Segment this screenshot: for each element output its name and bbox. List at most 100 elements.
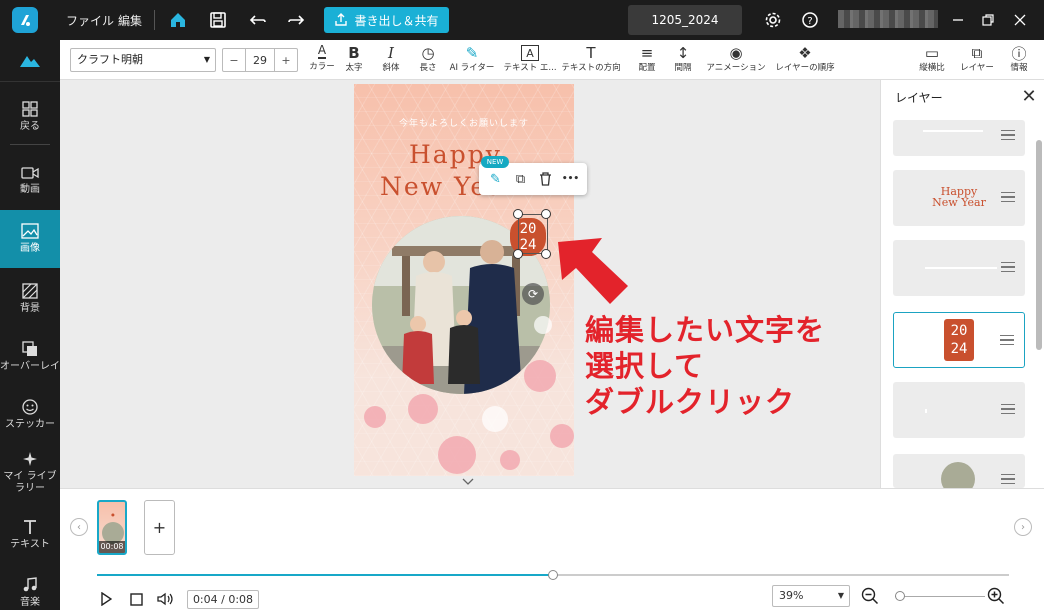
resize-handle[interactable]: [513, 249, 523, 259]
zoom-slider[interactable]: [894, 591, 985, 601]
text-icon: [24, 520, 36, 534]
drag-handle-icon[interactable]: [1001, 474, 1015, 484]
drag-handle-icon[interactable]: [1001, 404, 1015, 414]
aspect-ratio-icon: ▭: [924, 44, 940, 62]
font-size-decrease-button[interactable]: −: [223, 49, 245, 71]
divider: [10, 144, 50, 145]
chevron-down-icon[interactable]: [461, 478, 475, 488]
trash-icon[interactable]: [535, 168, 557, 190]
nav-label: 動画: [20, 184, 40, 195]
export-label: 書き出し＆共有: [354, 13, 439, 28]
overlay-icon: [22, 341, 37, 356]
play-icon[interactable]: [96, 590, 116, 608]
minimize-icon[interactable]: [946, 8, 970, 32]
font-size-increase-button[interactable]: +: [275, 49, 297, 71]
bold-tool[interactable]: B 太字: [342, 43, 366, 77]
nav-video[interactable]: 動画: [0, 152, 60, 210]
playhead-handle[interactable]: [548, 570, 558, 580]
zoom-select[interactable]: 39% ▼: [772, 585, 850, 607]
help-icon[interactable]: ?: [798, 8, 822, 32]
text-direction-icon: T: [586, 44, 596, 62]
spacing-tool[interactable]: ↕ 間隔: [670, 43, 696, 77]
tool-label: テキスト エ...: [503, 63, 557, 73]
add-clip-button[interactable]: +: [144, 500, 175, 555]
more-icon[interactable]: •••: [560, 168, 582, 190]
timeline-prev-button[interactable]: ‹: [70, 518, 88, 536]
timeline-next-button[interactable]: ›: [1014, 518, 1032, 536]
time-display: 0:04 / 0:08: [187, 590, 259, 609]
duration-tool[interactable]: ◷ 長さ: [415, 43, 441, 77]
layer-item[interactable]: [893, 120, 1025, 156]
nav-background[interactable]: 背景: [0, 270, 60, 328]
text-direction-tool[interactable]: T テキストの方向: [561, 43, 620, 77]
gear-icon[interactable]: [761, 8, 785, 32]
layers-tool[interactable]: ⧉ レイヤー: [960, 43, 994, 77]
nav-music[interactable]: 音楽: [0, 564, 60, 610]
zoom-out-icon[interactable]: [859, 585, 881, 607]
color-tool[interactable]: A カラー: [308, 43, 336, 77]
ai-writer-tool[interactable]: ✎ AI ライター: [450, 43, 495, 77]
zoom-slider-handle[interactable]: [894, 591, 905, 601]
italic-tool[interactable]: I 斜体: [378, 43, 404, 77]
nav-label: マイ ライブラリー: [3, 471, 57, 494]
drag-handle-icon[interactable]: [1001, 130, 1015, 140]
align-tool[interactable]: ≡ 配置: [634, 43, 660, 77]
zoom-in-icon[interactable]: [985, 585, 1007, 607]
ai-magic-icon[interactable]: ✎: [485, 168, 507, 190]
text-effect-tool[interactable]: A テキスト エ...: [503, 43, 557, 77]
redo-icon[interactable]: [284, 8, 308, 32]
nav-overlay[interactable]: オーバーレイ: [0, 328, 60, 386]
layer-order-tool[interactable]: ❖ レイヤーの順序: [775, 43, 834, 77]
animation-tool[interactable]: ◉ アニメーション: [706, 43, 765, 77]
plum-blossom: [482, 406, 508, 432]
layer-item[interactable]: [893, 382, 1025, 438]
layer-item[interactable]: [893, 240, 1025, 296]
aspect-ratio-tool[interactable]: ▭ 縦横比: [915, 43, 949, 77]
menu-file[interactable]: ファイル: [66, 12, 114, 29]
plum-blossom: [500, 450, 520, 470]
nav-image[interactable]: 画像: [0, 210, 60, 268]
close-icon[interactable]: [1008, 8, 1032, 32]
home-icon[interactable]: [166, 8, 190, 32]
undo-icon[interactable]: [246, 8, 270, 32]
layer-item[interactable]: [893, 454, 1025, 496]
plum-blossom: [408, 394, 438, 424]
layer-scrollbar[interactable]: [1036, 140, 1042, 350]
volume-icon[interactable]: [156, 590, 176, 608]
clip-duration: 00:08: [99, 541, 125, 553]
avatar[interactable]: [838, 10, 938, 28]
nav-back[interactable]: 戻る: [0, 88, 60, 146]
rotate-icon[interactable]: ⟳: [522, 283, 544, 305]
greeting-message[interactable]: 今年もよろしくお願いします: [354, 116, 574, 129]
info-tool[interactable]: ⓘ 情報: [1006, 43, 1032, 77]
close-icon[interactable]: ✕: [1019, 86, 1039, 107]
export-share-button[interactable]: 書き出し＆共有: [324, 7, 449, 33]
artboard[interactable]: 今年もよろしくお願いします Happy New Year 20 24: [354, 84, 574, 476]
save-icon[interactable]: [206, 8, 230, 32]
drag-handle-icon[interactable]: [1001, 262, 1015, 272]
drag-handle-icon[interactable]: [1001, 192, 1015, 202]
text-color-icon: A: [317, 43, 327, 59]
restore-icon[interactable]: [976, 8, 1000, 32]
menu-edit[interactable]: 編集: [118, 12, 142, 29]
layer-item-selected[interactable]: 20 24: [893, 312, 1025, 368]
nav-sticker[interactable]: ステッカー: [0, 386, 60, 444]
resize-handle[interactable]: [541, 209, 551, 219]
layer-item[interactable]: Happy New Year: [893, 170, 1025, 226]
drag-handle-icon[interactable]: [1000, 335, 1014, 345]
nav-text[interactable]: テキスト: [0, 506, 60, 564]
nav-label: ステッカー: [5, 419, 55, 430]
font-select[interactable]: クラフト明朝 ▼: [70, 48, 216, 72]
timeline-clip[interactable]: ● 00:08: [97, 500, 127, 555]
stop-icon[interactable]: [126, 590, 146, 608]
canvas-area[interactable]: 今年もよろしくお願いします Happy New Year 20 24 ⟳ 編集し…: [60, 80, 880, 488]
resize-handle[interactable]: [513, 209, 523, 219]
nav-my-library[interactable]: マイ ライブラリー: [0, 444, 60, 502]
text-effect-icon: A: [521, 45, 539, 61]
animation-icon: ◉: [729, 44, 743, 62]
playback-progress[interactable]: [97, 570, 1009, 580]
layer-thumb-year-bottom: 24: [950, 341, 968, 357]
font-size-value[interactable]: 29: [245, 49, 275, 71]
duplicate-icon[interactable]: ⧉: [510, 168, 532, 190]
project-name[interactable]: 1205_2024: [628, 5, 742, 35]
